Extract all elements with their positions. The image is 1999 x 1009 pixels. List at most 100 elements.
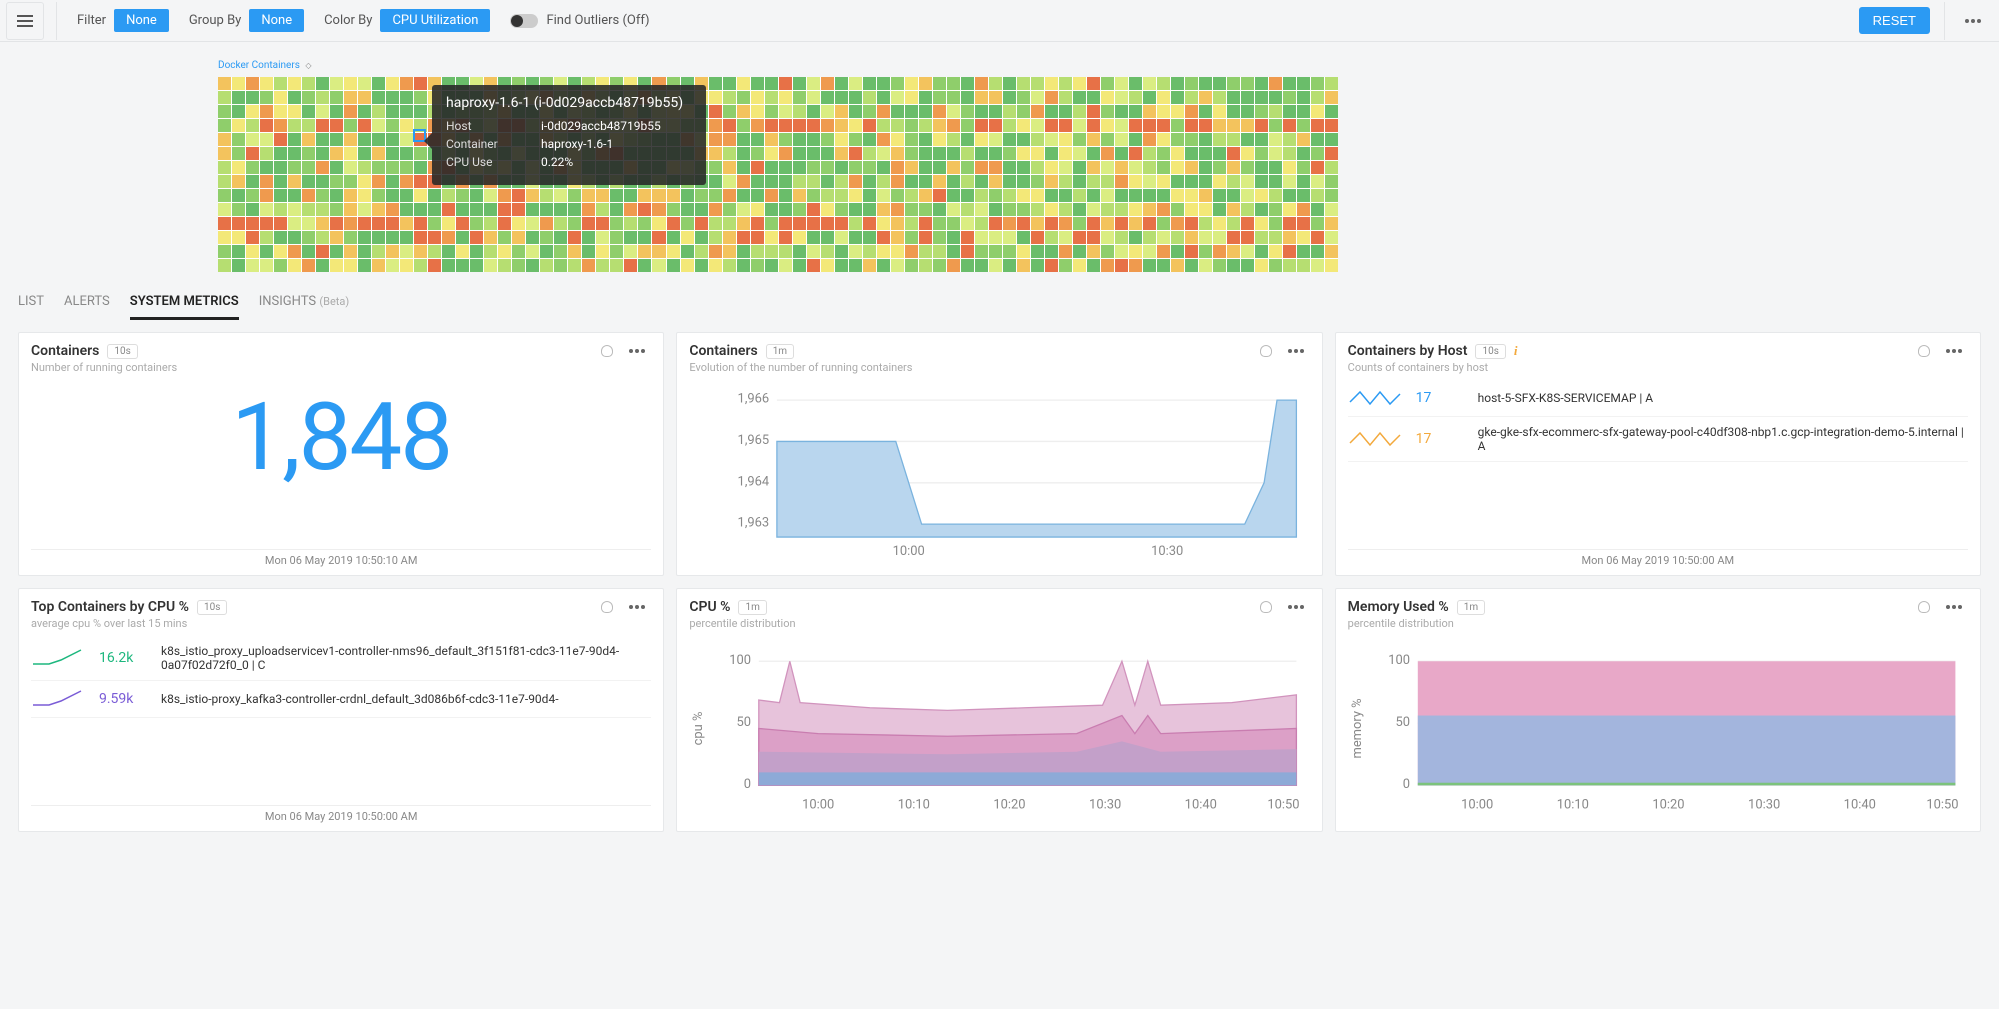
heatmap-cell[interactable] <box>1213 161 1226 174</box>
heatmap-cell[interactable] <box>933 77 946 90</box>
heatmap-cell[interactable] <box>1003 147 1016 160</box>
heatmap-cell[interactable] <box>919 231 932 244</box>
heatmap-cell[interactable] <box>1185 91 1198 104</box>
heatmap-cell[interactable] <box>1199 217 1212 230</box>
heatmap-cell[interactable] <box>610 245 623 258</box>
heatmap-cell[interactable] <box>1297 217 1310 230</box>
heatmap-cell[interactable] <box>793 245 806 258</box>
heatmap-cell[interactable] <box>737 203 750 216</box>
heatmap-cell[interactable] <box>232 245 245 258</box>
heatmap-cell[interactable] <box>919 105 932 118</box>
heatmap-cell[interactable] <box>288 245 301 258</box>
heatmap-cell[interactable] <box>400 175 413 188</box>
heatmap-cell[interactable] <box>414 217 427 230</box>
heatmap-cell[interactable] <box>1213 231 1226 244</box>
heatmap-cell[interactable] <box>947 161 960 174</box>
heatmap-cell[interactable] <box>737 133 750 146</box>
heatmap-cell[interactable] <box>1115 105 1128 118</box>
heatmap-cell[interactable] <box>1213 119 1226 132</box>
heatmap-cell[interactable] <box>274 245 287 258</box>
heatmap-cell[interactable] <box>638 245 651 258</box>
heatmap-cell[interactable] <box>1171 77 1184 90</box>
heatmap-cell[interactable] <box>1087 189 1100 202</box>
heatmap-cell[interactable] <box>274 119 287 132</box>
heatmap-cell[interactable] <box>989 133 1002 146</box>
heatmap-cell[interactable] <box>849 133 862 146</box>
heatmap-cell[interactable] <box>1297 259 1310 272</box>
heatmap-cell[interactable] <box>400 105 413 118</box>
heatmap-cell[interactable] <box>218 77 231 90</box>
heatmap-cell[interactable] <box>1087 105 1100 118</box>
heatmap-cell[interactable] <box>905 91 918 104</box>
heatmap-cell[interactable] <box>1059 203 1072 216</box>
heatmap-cell[interactable] <box>330 119 343 132</box>
heatmap-cell[interactable] <box>779 105 792 118</box>
heatmap-cell[interactable] <box>442 217 455 230</box>
heatmap-cell[interactable] <box>1283 245 1296 258</box>
heatmap-cell[interactable] <box>947 217 960 230</box>
heatmap-cell[interactable] <box>793 119 806 132</box>
heatmap-cell[interactable] <box>246 175 259 188</box>
heatmap-cell[interactable] <box>709 189 722 202</box>
heatmap-cell[interactable] <box>723 161 736 174</box>
heatmap-cell[interactable] <box>751 105 764 118</box>
heatmap-cell[interactable] <box>1185 245 1198 258</box>
heatmap-cell[interactable] <box>1255 217 1268 230</box>
heatmap-cell[interactable] <box>1143 231 1156 244</box>
heatmap-cell[interactable] <box>414 245 427 258</box>
heatmap-cell[interactable] <box>1101 161 1114 174</box>
heatmap-cell[interactable] <box>316 133 329 146</box>
heatmap-cell[interactable] <box>1213 189 1226 202</box>
heatmap-cell[interactable] <box>316 91 329 104</box>
heatmap-cell[interactable] <box>709 259 722 272</box>
heatmap-cell[interactable] <box>512 259 525 272</box>
heatmap-cell[interactable] <box>386 91 399 104</box>
heatmap-cell[interactable] <box>1269 217 1282 230</box>
heatmap-cell[interactable] <box>1031 189 1044 202</box>
more-menu-button[interactable] <box>1959 13 1987 29</box>
heatmap-cell[interactable] <box>1185 175 1198 188</box>
heatmap-cell[interactable] <box>358 203 371 216</box>
heatmap-cell[interactable] <box>1143 245 1156 258</box>
heatmap-cell[interactable] <box>1087 231 1100 244</box>
heatmap-cell[interactable] <box>779 133 792 146</box>
heatmap-cell[interactable] <box>905 147 918 160</box>
card-more-button[interactable] <box>1282 343 1310 359</box>
heatmap-cell[interactable] <box>1185 77 1198 90</box>
heatmap-cell[interactable] <box>372 133 385 146</box>
heatmap-cell[interactable] <box>232 119 245 132</box>
heatmap-cell[interactable] <box>933 217 946 230</box>
heatmap-cell[interactable] <box>1227 189 1240 202</box>
heatmap-cell[interactable] <box>1199 105 1212 118</box>
heatmap-cell[interactable] <box>498 203 511 216</box>
heatmap-cell[interactable] <box>1185 147 1198 160</box>
heatmap-cell[interactable] <box>779 91 792 104</box>
heatmap-cell[interactable] <box>1325 119 1338 132</box>
heatmap-cell[interactable] <box>961 91 974 104</box>
heatmap-cell[interactable] <box>1045 105 1058 118</box>
heatmap-cell[interactable] <box>316 105 329 118</box>
heatmap-cell[interactable] <box>1311 203 1324 216</box>
heatmap-cell[interactable] <box>1143 91 1156 104</box>
heatmap-cell[interactable] <box>456 217 469 230</box>
heatmap-cell[interactable] <box>737 245 750 258</box>
heatmap-cell[interactable] <box>1157 203 1170 216</box>
heatmap-cell[interactable] <box>456 189 469 202</box>
heatmap-cell[interactable] <box>947 147 960 160</box>
heatmap-cell[interactable] <box>358 147 371 160</box>
heatmap-cell[interactable] <box>737 189 750 202</box>
heatmap-cell[interactable] <box>835 217 848 230</box>
heatmap-cell[interactable] <box>961 175 974 188</box>
heatmap-cell[interactable] <box>1185 259 1198 272</box>
heatmap-cell[interactable] <box>218 231 231 244</box>
heatmap-cell[interactable] <box>1157 147 1170 160</box>
heatmap-cell[interactable] <box>1017 119 1030 132</box>
heatmap-cell[interactable] <box>218 259 231 272</box>
heatmap-cell[interactable] <box>246 133 259 146</box>
tab-insights[interactable]: INSIGHTS (Beta) <box>259 290 350 320</box>
heatmap-cell[interactable] <box>316 119 329 132</box>
heatmap-cell[interactable] <box>638 259 651 272</box>
heatmap-cell[interactable] <box>568 189 581 202</box>
heatmap-cell[interactable] <box>1003 161 1016 174</box>
heatmap-cell[interactable] <box>1157 245 1170 258</box>
